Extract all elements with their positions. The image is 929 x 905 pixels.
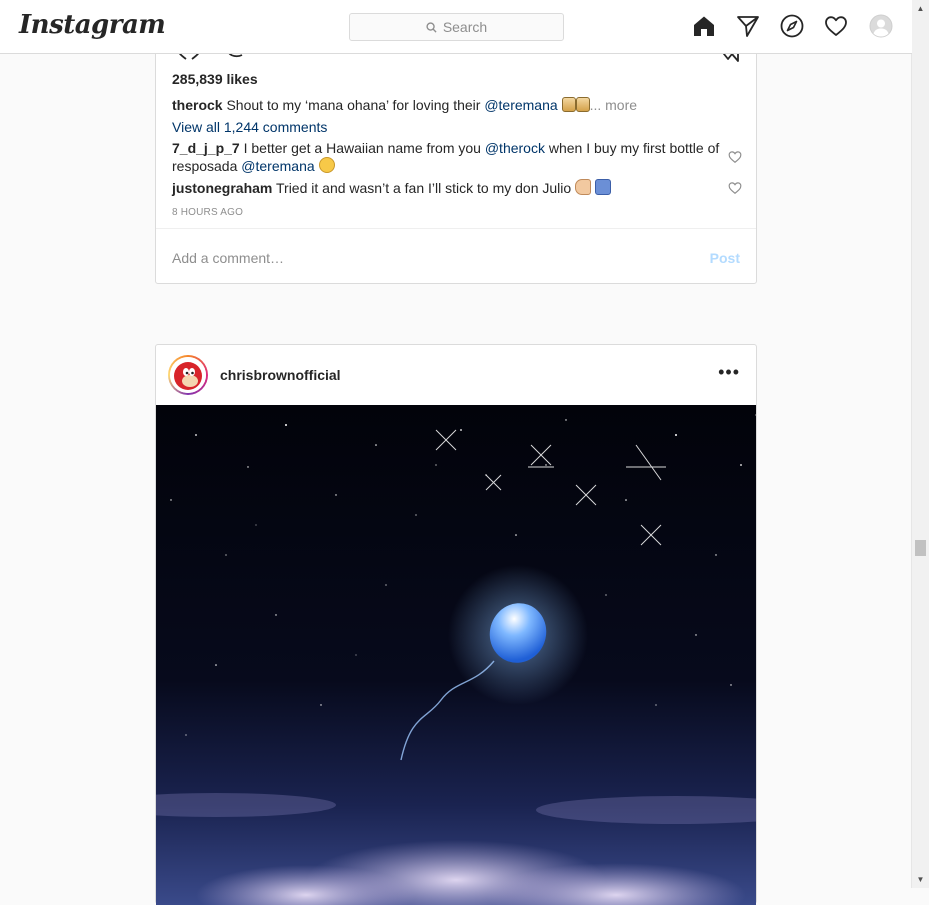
caption-text: Shout to my ‘mana ohana’ for loving thei…	[222, 97, 485, 113]
flexed-biceps-emoji-icon	[575, 179, 592, 195]
comment-like-heart-icon[interactable]	[728, 181, 742, 195]
comment-text: I better get a Hawaiian name from you	[239, 140, 485, 156]
tumbler-emoji-icon	[575, 97, 590, 112]
scroll-down-arrow-icon[interactable]: ▼	[912, 871, 929, 888]
post-timestamp[interactable]: 8 HOURS AGO	[172, 207, 243, 218]
home-icon[interactable]	[692, 14, 716, 38]
add-comment-input[interactable]: Add a comment…	[172, 250, 284, 266]
activity-heart-icon[interactable]	[824, 14, 848, 38]
caption-more-link[interactable]: ... more	[590, 97, 637, 113]
like-count[interactable]: 285,839 likes	[172, 71, 258, 87]
comment-item: 7_d_j_p_7 I better get a Hawaiian name f…	[172, 139, 722, 175]
profile-avatar-icon[interactable]	[869, 14, 893, 38]
scrollbar-thumb[interactable]	[915, 540, 926, 556]
post-card-therock: 285,839 likes therock Shout to my ‘mana …	[155, 20, 757, 284]
scroll-up-arrow-icon[interactable]: ▲	[912, 0, 929, 17]
comment-username[interactable]: justonegraham	[172, 180, 272, 196]
search-input[interactable]: Search	[349, 13, 564, 41]
comment-mention[interactable]: @teremana	[241, 158, 314, 174]
comment-like-heart-icon[interactable]	[728, 150, 742, 164]
top-nav-bar: Instagram Search	[0, 0, 912, 54]
explore-icon[interactable]	[780, 14, 804, 38]
smirk-emoji-icon	[318, 157, 335, 173]
avatar-story-ring[interactable]	[168, 355, 208, 395]
comment-username[interactable]: 7_d_j_p_7	[172, 140, 240, 156]
search-placeholder: Search	[442, 19, 488, 35]
post-card-chrisbrown: chrisbrownofficial •••	[155, 344, 757, 905]
post-username[interactable]: chrisbrownofficial	[220, 367, 341, 383]
add-comment-bar: Add a comment… Post	[156, 228, 756, 285]
instagram-logo[interactable]: Instagram	[19, 10, 166, 40]
page-scrollbar[interactable]: ▲ ▼	[911, 0, 929, 888]
direct-icon[interactable]	[736, 14, 760, 38]
post-caption: therock Shout to my ‘mana ohana’ for lov…	[172, 97, 742, 113]
post-image[interactable]	[156, 405, 756, 905]
comment-text: Tried it and wasn’t a fan I’ll stick to …	[272, 180, 576, 196]
tumbler-emoji-icon	[561, 97, 576, 112]
comment-item: justonegraham Tried it and wasn’t a fan …	[172, 179, 722, 197]
more-options-icon[interactable]: •••	[718, 363, 740, 381]
caption-username[interactable]: therock	[172, 97, 223, 113]
post-comment-button[interactable]: Post	[710, 250, 740, 266]
avatar	[170, 357, 206, 393]
comment-mention[interactable]: @therock	[485, 140, 545, 156]
search-icon	[426, 21, 437, 33]
caption-mention[interactable]: @teremana	[484, 97, 557, 113]
person-shrugging-emoji-icon	[594, 179, 611, 195]
view-all-comments-link[interactable]: View all 1,244 comments	[172, 119, 327, 135]
